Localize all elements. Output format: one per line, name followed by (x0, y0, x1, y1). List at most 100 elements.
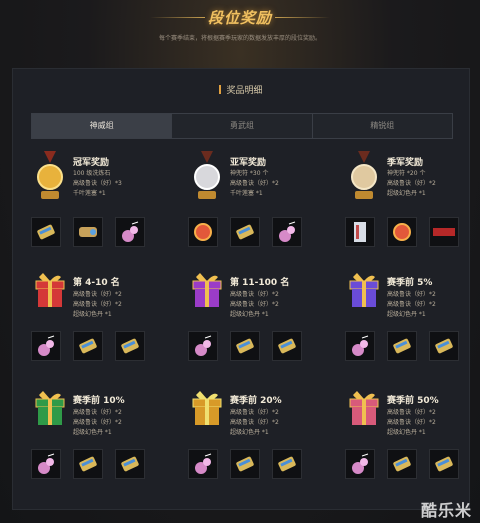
title-divider-left (150, 17, 205, 18)
reward-name: 冠军奖励 (73, 158, 110, 168)
reward-name: 亚军奖励 (230, 158, 267, 168)
reward-name: 赛季前 5% (387, 278, 433, 288)
reward-card: 季军奖励神兜符 *20 个高级鲁诀（好）*2 超级幻色丹 *1 (345, 151, 480, 261)
orb-icon[interactable] (73, 217, 103, 247)
potion-icon[interactable] (188, 331, 218, 361)
red-orb-icon[interactable] (387, 217, 417, 247)
reward-line: 高级鲁诀（好）*2 (387, 419, 436, 426)
scroll-icon[interactable] (73, 331, 103, 361)
scroll-icon[interactable] (387, 331, 417, 361)
tab-jingrui[interactable]: 精锐组 (312, 114, 452, 138)
reward-line: 高级鲁诀（好）*2 (73, 301, 122, 308)
potion-icon[interactable] (188, 449, 218, 479)
reward-line: 千叶莲塞 *1 (73, 190, 106, 197)
reward-items (345, 449, 459, 479)
reward-items (188, 449, 302, 479)
reward-card: 亚军奖励神兜符 *30 个高级鲁诀（好）*2 千叶莲塞 *1 (188, 151, 328, 261)
reward-items (345, 331, 459, 361)
reward-line: 神兜符 *20 个 (387, 170, 426, 177)
reward-panel: 奖品明细 神威组 勇武组 精锐组 冠军奖励 100 级洗炼石高级鲁诀（好）*3 千叶… (12, 68, 470, 510)
reward-line: 神兜符 *30 个 (230, 170, 269, 177)
reward-items (31, 449, 145, 479)
potion-icon[interactable] (115, 217, 145, 247)
reward-line: 超级幻色丹 *1 (230, 429, 269, 436)
potion-icon[interactable] (345, 331, 375, 361)
reward-items (345, 217, 459, 247)
scroll-icon[interactable] (73, 449, 103, 479)
reward-line: 高级鲁诀（好）*2 (230, 301, 279, 308)
scroll-icon[interactable] (387, 449, 417, 479)
green-gift-icon (33, 387, 67, 427)
page-title: 段位奖励 (207, 9, 272, 27)
potion-icon[interactable] (31, 331, 61, 361)
reward-card: 冠军奖励 100 级洗炼石高级鲁诀（好）*3 千叶莲塞 *1 (31, 151, 171, 261)
tab-shenwei[interactable]: 神威组 (32, 114, 173, 138)
scroll-icon[interactable] (429, 331, 459, 361)
reward-line: 高级鲁诀（好）*2 (387, 409, 436, 416)
reward-card: 赛季前 10% 高级鲁诀（好）*2 高级鲁诀（好）*2 超级幻色丹 *1 (31, 387, 171, 497)
red-gift-icon (33, 269, 67, 309)
reward-card: 赛季前 5% 高级鲁诀（好）*2 高级鲁诀（好）*2 超级幻色丹 *1 (345, 269, 480, 379)
gold-medal-icon (35, 151, 65, 203)
reward-card: 赛季前 50% 高级鲁诀（好）*2 高级鲁诀（好）*2 超级幻色丹 *1 (345, 387, 480, 497)
reward-card: 赛季前 20% 高级鲁诀（好）*2 高级鲁诀（好）*2 超级幻色丹 *1 (188, 387, 328, 497)
header: 段位奖励 每个赛季结束，将根据赛季玩家的数据发放丰厚的段位奖励。 (0, 0, 480, 60)
purple-gift-icon (190, 269, 224, 309)
reward-items (188, 217, 302, 247)
potion-icon[interactable] (345, 449, 375, 479)
panel-title: 奖品明细 (13, 83, 469, 96)
reward-line: 超级幻色丹 *1 (387, 311, 426, 318)
scroll-icon[interactable] (31, 217, 61, 247)
tag-icon[interactable] (429, 217, 459, 247)
red-orb-icon[interactable] (188, 217, 218, 247)
reward-card: 第 4-10 名高级鲁诀（好）*2 高级鲁诀（好）*2 超级幻色丹 *1 (31, 269, 171, 379)
title-banner: 段位奖励 (150, 6, 330, 30)
scroll-icon[interactable] (230, 449, 260, 479)
reward-line: 超级幻色丹 *1 (230, 311, 269, 318)
reward-line: 高级鲁诀（好）*2 (387, 180, 436, 187)
title-bar-icon (219, 85, 222, 94)
title-divider-right (275, 17, 330, 18)
scroll-icon[interactable] (230, 331, 260, 361)
panel-title-text: 奖品明细 (226, 86, 263, 96)
reward-name: 赛季前 10% (73, 396, 125, 406)
reward-line: 超级幻色丹 *1 (73, 429, 112, 436)
potion-icon[interactable] (272, 217, 302, 247)
reward-line: 超级幻色丹 *1 (387, 190, 426, 197)
reward-name: 赛季前 20% (230, 396, 282, 406)
reward-line: 高级鲁诀（好）*2 (73, 419, 122, 426)
reward-line: 高级鲁诀（好）*2 (230, 419, 279, 426)
silver-medal-icon (192, 151, 222, 203)
reward-items (31, 217, 145, 247)
reward-card: 第 11-100 名高级鲁诀（好）*2 高级鲁诀（好）*2 超级幻色丹 *1 (188, 269, 328, 379)
scroll-icon[interactable] (115, 331, 145, 361)
scroll-icon[interactable] (272, 331, 302, 361)
page-subtitle: 每个赛季结束，将根据赛季玩家的数据发放丰厚的段位奖励。 (158, 35, 321, 42)
blue-gift-icon (347, 269, 381, 309)
reward-line: 高级鲁诀（好）*2 (230, 180, 279, 187)
bronze-medal-icon (349, 151, 379, 203)
reward-line: 高级鲁诀（好）*2 (73, 409, 122, 416)
reward-name: 第 11-100 名 (230, 278, 290, 288)
scroll-icon[interactable] (272, 449, 302, 479)
reward-line: 高级鲁诀（好）*2 (230, 409, 279, 416)
card-icon[interactable] (345, 217, 375, 247)
scroll-icon[interactable] (115, 449, 145, 479)
reward-name: 季军奖励 (387, 158, 424, 168)
pink-gift-icon (347, 387, 381, 427)
reward-line: 千叶莲塞 *1 (230, 190, 263, 197)
reward-line: 超级幻色丹 *1 (387, 429, 426, 436)
reward-line: 高级鲁诀（好）*3 (73, 180, 122, 187)
watermark: 酷乐米 (420, 501, 472, 520)
gold-gift-icon (190, 387, 224, 427)
reward-items (31, 331, 145, 361)
potion-icon[interactable] (31, 449, 61, 479)
reward-line: 高级鲁诀（好）*2 (387, 301, 436, 308)
scroll-icon[interactable] (429, 449, 459, 479)
tab-yongwu[interactable]: 勇武组 (172, 114, 313, 138)
reward-line: 100 级洗炼石 (73, 170, 111, 177)
reward-name: 赛季前 50% (387, 396, 439, 406)
reward-line: 超级幻色丹 *1 (73, 311, 112, 318)
scroll-icon[interactable] (230, 217, 260, 247)
reward-items (188, 331, 302, 361)
